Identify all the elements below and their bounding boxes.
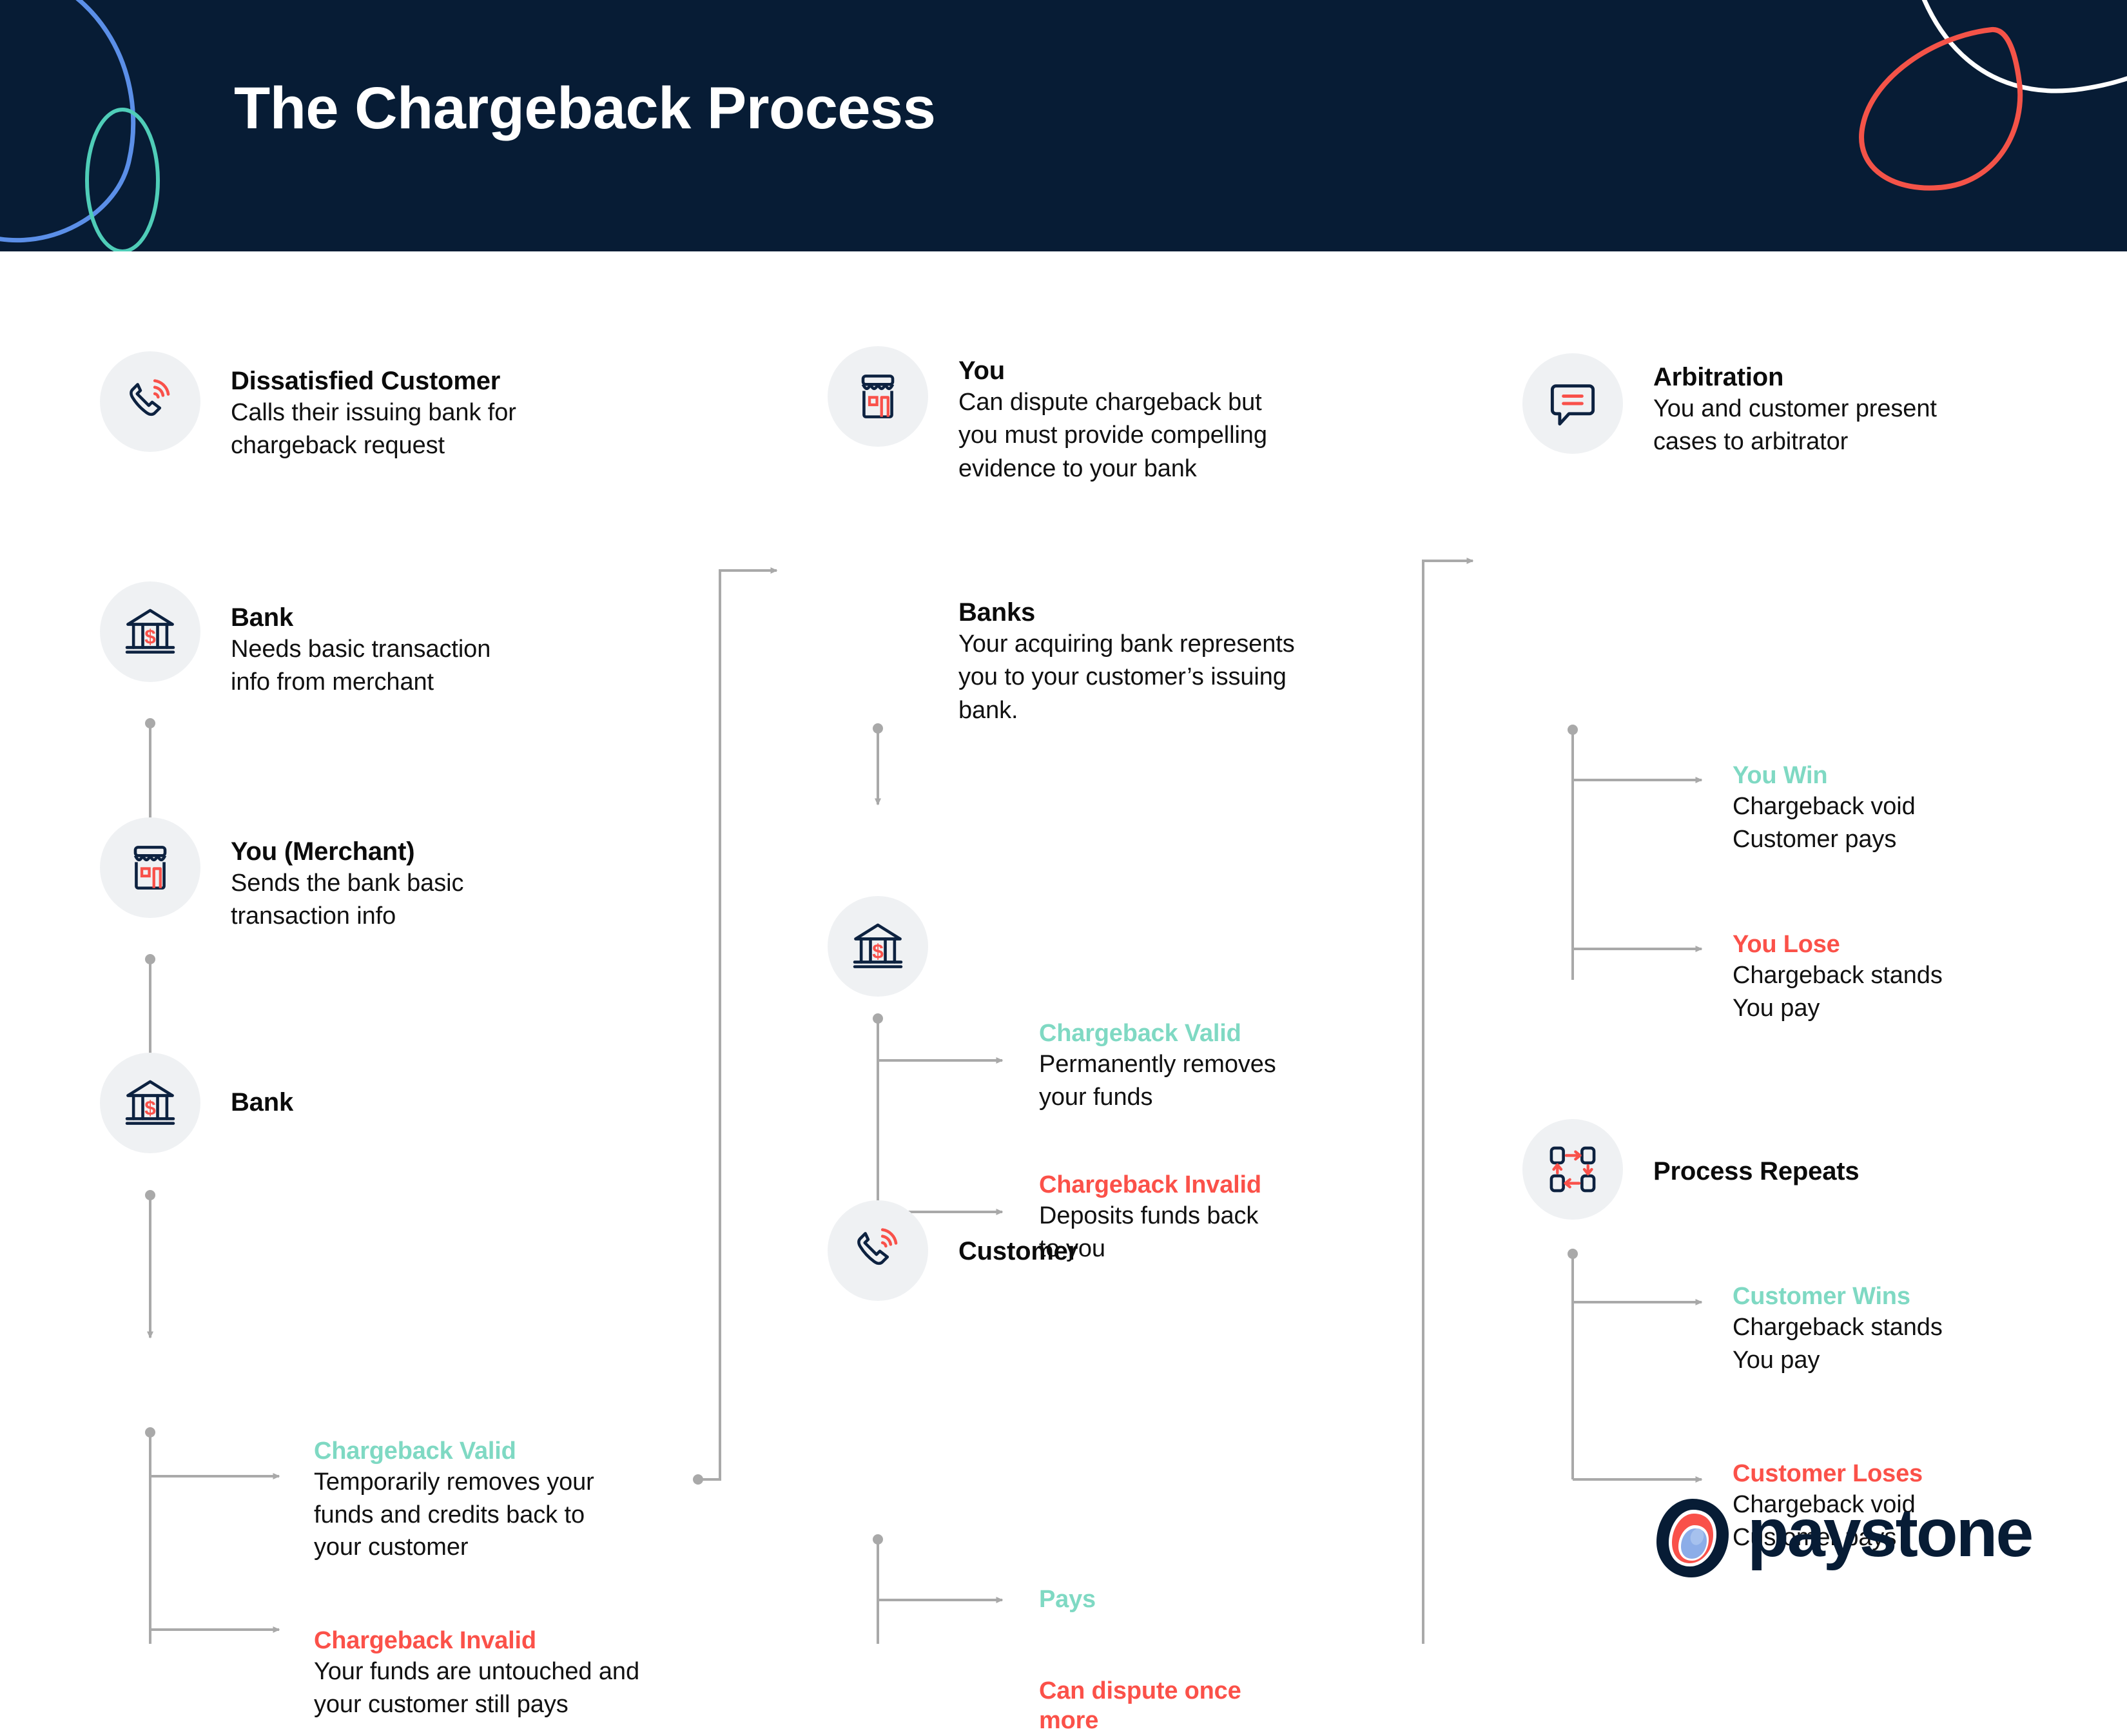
outcome-desc: Chargeback stands You pay — [1733, 962, 1943, 1022]
wire-dot — [1568, 1249, 1578, 1259]
wire-dot — [145, 954, 155, 964]
outcome-title: Can dispute once more — [1039, 1677, 1241, 1735]
process-repeat-icon — [1522, 1119, 1623, 1220]
bank-dollar-icon-glyph: $ — [125, 609, 175, 654]
outcome-title: Chargeback Valid — [314, 1438, 516, 1465]
coral-loop — [1859, 27, 2023, 191]
node-title: You (Merchant) — [231, 837, 415, 866]
wire-dot — [145, 1190, 155, 1200]
node-desc: You and customer present cases to arbitr… — [1653, 395, 1937, 456]
outcome-desc: Chargeback stands You pay — [1733, 1314, 1943, 1374]
diagram-canvas: Dissatisfied Customer Calls their issuin… — [0, 251, 2127, 1734]
node-desc: Needs basic transaction info from mercha… — [231, 636, 491, 696]
bank-dollar-icon: $ — [100, 1053, 200, 1153]
outcome-you-lose: You Lose Chargeback stands You pay — [1733, 930, 2093, 1024]
outcome-title: Chargeback Valid — [1039, 1020, 1241, 1047]
storefront-icon-glyph — [861, 375, 895, 418]
wire-dot — [145, 718, 155, 728]
outcome-title: Chargeback Invalid — [1039, 1171, 1261, 1198]
paystone-wordmark: paystone — [1747, 1499, 2034, 1571]
node-title: You — [958, 356, 1005, 385]
outcome-title: You Win — [1733, 762, 1828, 789]
phone-ringing-icon — [828, 1200, 928, 1301]
phone-ringing-icon-glyph — [130, 379, 170, 416]
outcome-title: Pays — [1039, 1586, 1096, 1613]
wire-dot — [145, 1427, 155, 1438]
blue-blob-outline — [0, 0, 136, 243]
wire-col1-to-col2 — [698, 567, 778, 1481]
outcome-customer-wins: Customer Wins Chargeback stands You pay — [1733, 1282, 2093, 1376]
node-title: Customer — [958, 1237, 1078, 1265]
page-header: The Chargeback Process — [0, 0, 2127, 251]
svg-text:$: $ — [144, 1097, 156, 1120]
outcome-pays: Pays — [1039, 1585, 1361, 1614]
page-title: The Chargeback Process — [234, 75, 936, 141]
outcome-chargeback-valid-2: Chargeback Valid Permanently removes you… — [1039, 1019, 1400, 1113]
node-desc: Can dispute chargeback but you must prov… — [958, 389, 1267, 482]
phone-ringing-icon-glyph — [857, 1228, 898, 1265]
outcome-title: You Lose — [1733, 931, 1840, 958]
outcome-desc: Permanently removes your funds — [1039, 1051, 1276, 1111]
speech-bubble-icon — [1522, 353, 1623, 454]
outcome-title: Customer Wins — [1733, 1283, 1910, 1310]
outcome-can-dispute-once-more: Can dispute once more — [1039, 1676, 1297, 1736]
node-desc: Sends the bank basic transaction info — [231, 870, 464, 930]
outcome-desc: Your funds are untouched and your custom… — [314, 1658, 639, 1718]
storefront-icon-glyph — [133, 846, 167, 890]
node-title: Arbitration — [1653, 363, 1784, 391]
bank-dollar-icon-glyph: $ — [125, 1080, 175, 1125]
wire-dot — [873, 723, 883, 734]
outcome-desc: Temporarily removes your funds and credi… — [314, 1468, 594, 1561]
storefront-icon — [828, 346, 928, 447]
paystone-logo[interactable]: paystone — [1655, 1497, 2095, 1579]
outcome-chargeback-invalid-1: Chargeback Invalid Your funds are untouc… — [314, 1626, 752, 1721]
node-title: Bank — [231, 603, 294, 632]
wire-dot — [873, 1534, 883, 1545]
bank-dollar-icon-glyph: $ — [853, 923, 903, 968]
node-title: Bank — [231, 1088, 294, 1117]
outcome-title: Chargeback Invalid — [314, 1627, 536, 1654]
outcome-title: Customer Loses — [1733, 1460, 1923, 1487]
speech-bubble-icon-glyph — [1550, 384, 1595, 426]
process-repeat-icon-glyph — [1549, 1146, 1596, 1193]
outcome-you-win: You Win Chargeback void Customer pays — [1733, 761, 2093, 855]
wire-dot — [1568, 725, 1578, 735]
phone-ringing-icon — [100, 351, 200, 452]
svg-text:$: $ — [872, 940, 884, 963]
node-title: Process Repeats — [1653, 1157, 1860, 1185]
outcome-chargeback-valid-1: Chargeback Valid Temporarily removes you… — [314, 1436, 726, 1563]
node-desc: Calls their issuing bank for chargeback … — [231, 399, 516, 460]
bank-dollar-icon: $ — [100, 581, 200, 682]
node-desc: Your acquiring bank represents you to yo… — [958, 630, 1295, 724]
node-title: Banks — [958, 598, 1036, 627]
bank-dollar-icon: $ — [828, 896, 928, 997]
outcome-desc: Chargeback void Customer pays — [1733, 793, 1916, 853]
node-title: Dissatisfied Customer — [231, 367, 501, 395]
paystone-mark-icon — [1656, 1499, 1729, 1577]
svg-text:paystone: paystone — [1747, 1499, 2032, 1571]
storefront-icon — [100, 817, 200, 918]
svg-text:$: $ — [144, 625, 156, 649]
wire-dot — [873, 1013, 883, 1024]
